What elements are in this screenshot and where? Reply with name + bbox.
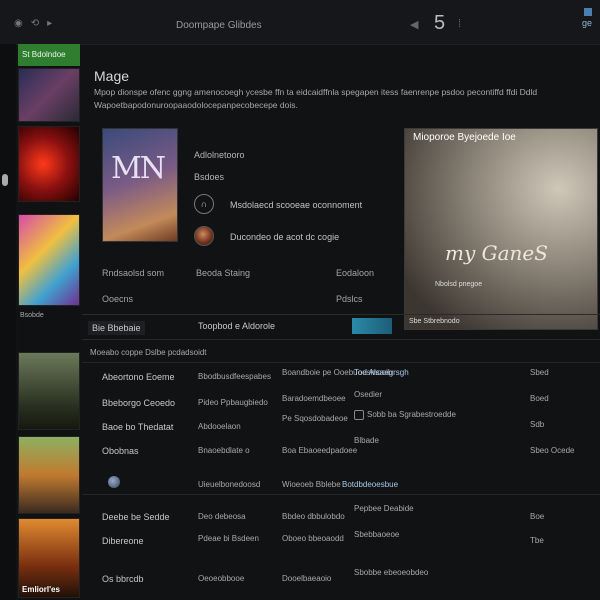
prev-arrow-icon[interactable]: ◀ xyxy=(410,18,418,31)
right-column-item[interactable]: Tbe xyxy=(530,536,544,545)
window-title: Doompape Glibdes xyxy=(176,20,262,31)
tab-overview[interactable]: Bie Bbebaie xyxy=(88,321,145,335)
meta-rating: Beoda Staing xyxy=(196,268,251,278)
table-cell: Oboeo bbeoaodd xyxy=(282,534,344,543)
globe-icon[interactable] xyxy=(108,476,120,488)
library-label: Bsobde xyxy=(20,312,44,319)
library-thumb[interactable] xyxy=(18,126,80,202)
table-cell: Pepbee Deabide xyxy=(354,504,414,513)
top-bar: ◉ ⟲ ▸ Doompape Glibdes ◀ 5 ⁞ ge xyxy=(0,0,600,45)
library-thumb[interactable] xyxy=(18,436,80,514)
table-cell[interactable]: Botdbdeoesbue xyxy=(342,480,398,489)
divider xyxy=(82,362,600,363)
table-cell: Pe Sqosdobadeoe xyxy=(282,414,348,423)
table-cell: Osedier xyxy=(354,390,383,399)
library-tab[interactable]: St Bdolndoe xyxy=(18,44,80,66)
table-cell[interactable]: Abeortono Eoeme xyxy=(102,372,175,382)
account-area[interactable]: ge xyxy=(560,8,592,28)
right-column-item[interactable]: Sbed xyxy=(530,368,549,377)
library-thumb[interactable]: Emliorl'es xyxy=(18,518,80,598)
meta-release: Rndsaolsd som xyxy=(102,268,165,278)
meta-developer: Eodaloon xyxy=(336,268,375,278)
table-cell: Blbade xyxy=(354,436,379,445)
rail-handle[interactable] xyxy=(2,174,8,186)
friend-row[interactable]: Ducondeo de acot dc cogie xyxy=(230,232,339,242)
divider xyxy=(82,494,600,495)
library-thumb[interactable] xyxy=(18,352,80,430)
right-column-item[interactable]: Sbeo Ocede xyxy=(530,446,574,455)
forward-icon[interactable]: ▸ xyxy=(47,18,52,29)
table-cell: Deo debeosa xyxy=(198,512,246,521)
table-header: Moeabo coppe Dslbe pcdadsoidt xyxy=(90,348,207,357)
tab-details[interactable]: Toopbod e Aldorole xyxy=(198,321,275,331)
table-cell[interactable]: Bbeborgo Ceoedo xyxy=(102,398,175,408)
table-cell: Uieuelbonedoosd xyxy=(198,480,261,489)
thumb-caption: Emliorl'es xyxy=(22,585,60,594)
table-cell[interactable]: Tod Alsaegrsgh xyxy=(354,368,409,377)
table-cell: Baradoemdbeoee xyxy=(282,394,346,403)
table-cell: Bnaoebdlate o xyxy=(198,446,250,455)
library-thumb[interactable] xyxy=(18,68,80,122)
table-cell: Pideo Ppbaugbiedo xyxy=(198,398,268,407)
right-column-item[interactable]: Sdb xyxy=(530,420,544,429)
meta-options[interactable]: Ooecns xyxy=(102,294,133,304)
table-cell: Sbobbe ebeoeobdeo xyxy=(354,568,429,577)
table-cell: Bbdeo dbbulobdo xyxy=(282,512,345,521)
page-title: Mage xyxy=(94,68,130,84)
table-cell: Wioeoeb Bblebe xyxy=(282,480,341,489)
next-arrow-icon[interactable]: ⁞ xyxy=(458,18,461,30)
account-icon xyxy=(584,8,592,16)
right-column-item[interactable]: Boed xyxy=(530,394,549,403)
table-cell: Oeoeobbooe xyxy=(198,574,245,583)
main-panel: Mage Mpop dionspe ofenc ggng amenocoegh … xyxy=(82,44,600,600)
back-icon[interactable]: ⟲ xyxy=(31,18,39,29)
table-cell: Abdooelaon xyxy=(198,422,241,431)
table-cell[interactable]: Obobnas xyxy=(102,446,139,456)
details-heading: Adlolnetooro xyxy=(194,150,245,160)
left-rail xyxy=(0,44,16,600)
account-label: ge xyxy=(581,18,592,28)
cover-title: MN xyxy=(111,151,166,186)
table-cell: Boa Ebaoeedpadoee xyxy=(282,446,358,455)
hero-artwork[interactable]: Mioporoe Byejoede Ioe my GaneS Nbolsd pn… xyxy=(404,128,598,330)
checkbox[interactable] xyxy=(354,410,364,420)
table-cell: Pdeae bi Bsdeen xyxy=(198,534,259,543)
tab-bar: Bie Bbebaie Toopbod e Aldorole xyxy=(82,314,600,340)
meta-publisher[interactable]: Pdslcs xyxy=(336,294,363,304)
right-column-item[interactable]: Boe xyxy=(530,512,544,521)
tab-indicator xyxy=(352,318,392,334)
menu-icon[interactable]: ◉ xyxy=(14,18,23,29)
table-cell: Dooelbaeaoio xyxy=(282,574,332,583)
table-cell: Bbodbusdfeespabes xyxy=(198,372,271,381)
table-cell[interactable]: Os bbrcdb xyxy=(102,574,144,584)
library-sidebar: St Bdolndoe Bsobde Emliorl'es xyxy=(18,44,80,600)
table-cell[interactable]: Sobb ba Sgrabestroedde xyxy=(354,410,456,420)
table-cell[interactable]: Baoe bo Thedatat xyxy=(102,422,173,432)
details-subheading: Bsdoes xyxy=(194,172,225,182)
friend-avatar[interactable] xyxy=(194,226,214,246)
page-number: 5 xyxy=(434,12,446,34)
table-cell: Sbebbaoeoe xyxy=(354,530,400,539)
library-thumb[interactable] xyxy=(18,214,80,306)
achievement-row[interactable]: Msdolaecd scooeae oconnoment xyxy=(230,200,362,210)
window-controls: ◉ ⟲ ▸ xyxy=(14,18,52,29)
table-cell[interactable]: Dibereone xyxy=(102,536,144,546)
achievement-icon[interactable]: ∩ xyxy=(194,194,214,214)
game-cover[interactable]: MN xyxy=(102,128,178,242)
art-logo: my GaneS xyxy=(445,241,548,265)
art-headline: Mioporoe Byejoede Ioe xyxy=(413,132,516,143)
table-cell[interactable]: Deebe be Sedde xyxy=(102,512,170,522)
game-description: Mpop dionspe ofenc ggng amenocoegh ycesb… xyxy=(94,87,538,110)
art-caption: Nbolsd pnegoe xyxy=(435,281,483,288)
